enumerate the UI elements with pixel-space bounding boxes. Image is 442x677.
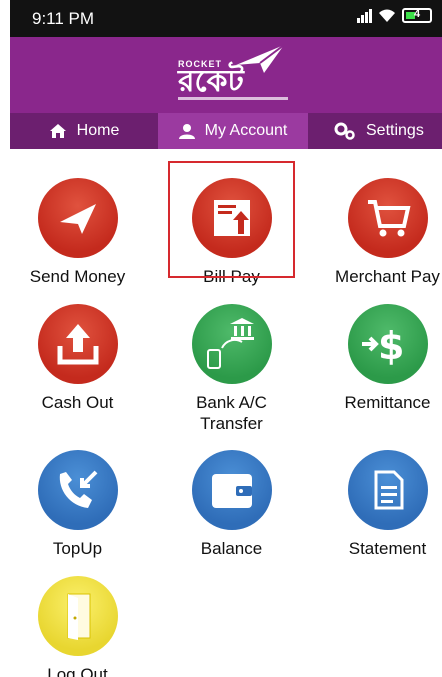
tab-home[interactable]: Home	[10, 113, 158, 149]
topup-circle	[37, 450, 118, 530]
wallet-icon	[211, 474, 252, 508]
tab-settings-label: Settings	[366, 122, 424, 139]
topup-label: TopUp	[52, 539, 103, 558]
dollar-arrow-icon: $	[361, 324, 404, 368]
remittance-button[interactable]: $ Remittance	[315, 304, 442, 413]
battery-icon: 4	[402, 8, 432, 23]
user-icon	[178, 124, 195, 139]
phone-call-icon	[59, 470, 97, 508]
tab-my-account-label: My Account	[204, 122, 288, 139]
merchant-pay-button[interactable]: Merchant Pay	[315, 178, 442, 287]
tab-bar: Home My Account Settings	[10, 113, 442, 149]
cash-out-circle	[37, 304, 118, 384]
home-icon	[49, 124, 66, 138]
statement-circle	[347, 450, 428, 530]
send-money-circle	[37, 178, 118, 258]
rocket-plane-icon	[236, 44, 285, 73]
signal-icon	[357, 8, 372, 23]
bank-transfer-icon	[206, 318, 254, 369]
log-out-button[interactable]: Log Out	[5, 576, 150, 677]
remittance-label: Remittance	[344, 393, 431, 412]
send-money-label: Send Money	[29, 267, 126, 286]
statement-label: Statement	[348, 539, 427, 558]
cash-out-button[interactable]: Cash Out	[5, 304, 150, 413]
door-icon	[67, 593, 90, 640]
remittance-circle: $	[347, 304, 428, 384]
bank-transfer-label-line1: Bank A/C	[196, 393, 267, 412]
upload-tray-icon	[57, 324, 98, 365]
wifi-icon	[379, 9, 395, 22]
status-icons: 4	[357, 8, 432, 23]
bank-transfer-label: Bank A/C Transfer	[159, 392, 304, 434]
rocket-logo: ROCKET রকেট	[168, 43, 298, 105]
logo-tagline	[178, 97, 288, 100]
tab-home-label: Home	[76, 122, 120, 139]
send-money-button[interactable]: Send Money	[5, 178, 150, 287]
status-bar: 9:11 PM 4	[10, 0, 442, 37]
cash-out-label: Cash Out	[41, 393, 114, 412]
topup-button[interactable]: TopUp	[5, 450, 150, 559]
gears-icon	[334, 122, 355, 140]
selection-highlight	[168, 161, 295, 278]
shopping-cart-icon	[367, 200, 410, 237]
status-time: 9:11 PM	[32, 9, 95, 28]
merchant-pay-label: Merchant Pay	[335, 267, 440, 286]
bank-transfer-label-line2: Transfer	[200, 414, 263, 433]
svg-text:$: $	[378, 324, 404, 368]
bank-transfer-button[interactable]: Bank A/C Transfer	[159, 304, 304, 434]
log-out-label: Log Out	[47, 665, 108, 677]
log-out-circle	[37, 576, 118, 656]
balance-button[interactable]: Balance	[159, 450, 304, 559]
tab-my-account[interactable]: My Account	[158, 113, 308, 149]
merchant-pay-circle	[347, 178, 428, 258]
services-grid: Send Money Bill Pay Merchant Pay Cash Ou…	[10, 149, 442, 677]
paper-plane-icon	[59, 204, 96, 234]
bank-transfer-circle	[191, 304, 272, 384]
app-header: ROCKET রকেট	[10, 37, 442, 113]
document-icon	[374, 470, 403, 510]
balance-label: Balance	[200, 539, 263, 558]
statement-button[interactable]: Statement	[315, 450, 442, 559]
tab-settings[interactable]: Settings	[308, 113, 442, 149]
balance-circle	[191, 450, 272, 530]
battery-level: 4	[414, 8, 421, 20]
